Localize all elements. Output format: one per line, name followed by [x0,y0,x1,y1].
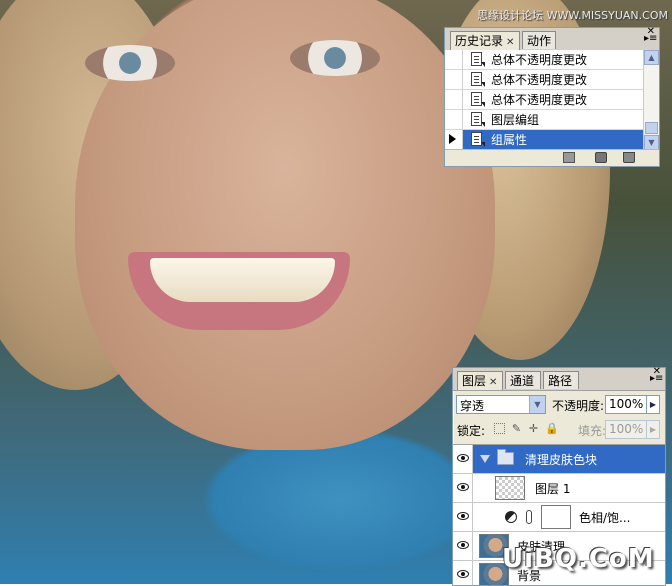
layer-row-group[interactable]: 清理皮肤色块 [453,445,665,474]
lock-move-icon[interactable]: ✛ [528,423,539,434]
blend-opacity-row: 穿透 ▼ 不透明度: 100% ▶ [456,395,661,415]
history-state-icon [471,132,485,147]
scroll-thumb[interactable] [645,122,658,134]
history-item-label: 组属性 [491,133,528,147]
layer-name: 色相/饱... [579,511,631,525]
folder-icon [497,449,514,465]
scroll-up-arrow-icon[interactable]: ▲ [644,50,659,65]
history-list: 总体不透明度更改 总体不透明度更改 总体不透明度更改 图层编组 组属性 [445,50,643,150]
history-scrollbar[interactable]: ▲ ▼ [643,50,659,150]
visibility-toggle[interactable] [453,474,473,502]
layer-row-pixel[interactable]: 图层 1 [453,474,665,503]
close-icon[interactable]: ✕ [489,377,497,388]
left-eye [85,45,175,81]
blend-mode-select[interactable]: 穿透 ▼ [456,395,546,414]
history-brush-source[interactable] [445,90,463,109]
tab-paths[interactable]: 路径 [543,371,579,389]
layer-name: 图层 1 [535,482,571,496]
opacity-slider-arrow-icon[interactable]: ▶ [647,395,660,414]
history-footer [445,149,659,166]
history-tabstrip: 历史记录 ✕ 动作 ✕ ▸≡ [445,27,659,51]
tab-actions-label: 动作 [527,34,552,48]
blend-mode-value: 穿透 [460,399,485,413]
history-brush-source[interactable] [445,50,463,69]
tab-channels-label: 通道 [510,374,535,388]
visibility-toggle[interactable] [453,445,473,473]
layers-tabstrip: 图层 ✕ 通道 路径 ✕ ▸≡ [453,367,665,391]
history-item[interactable]: 总体不透明度更改 [445,50,643,70]
history-item-label: 图层编组 [491,113,540,127]
visibility-toggle[interactable] [453,503,473,531]
tab-channels[interactable]: 通道 [505,371,541,389]
opacity-input[interactable]: 100% [605,395,647,414]
fill-label: 填充: [578,424,607,438]
history-item[interactable]: 总体不透明度更改 [445,90,643,110]
lock-brush-icon[interactable]: ✎ [511,423,522,434]
link-chain-icon[interactable] [526,510,532,524]
tab-history[interactable]: 历史记录 ✕ [450,31,520,50]
adjustment-layer-icon [505,511,517,523]
eye-icon [457,541,469,549]
teeth [150,258,335,302]
tab-history-label: 历史记录 [455,34,504,48]
history-brush-source[interactable] [445,110,463,129]
scroll-down-arrow-icon[interactable]: ▼ [644,135,659,150]
lock-all-icon[interactable]: 🔒 [545,423,559,434]
history-state-icon [471,52,485,67]
eye-icon [457,454,469,462]
layer-thumbnail [495,476,525,500]
history-item[interactable]: 总体不透明度更改 [445,70,643,90]
panel-menu-icon[interactable]: ▸≡ [644,33,657,45]
tab-layers[interactable]: 图层 ✕ [457,371,503,390]
history-brush-source[interactable] [445,70,463,89]
history-item-label: 总体不透明度更改 [491,53,588,67]
history-item-selected[interactable]: 组属性 [445,130,643,150]
layer-name: 清理皮肤色块 [525,453,598,467]
history-item-label: 总体不透明度更改 [491,73,588,87]
right-eye [290,40,380,76]
history-state-icon [471,92,485,107]
lock-label: 锁定: [457,424,486,438]
lock-transparent-icon[interactable] [494,423,505,434]
eye-icon [457,512,469,520]
history-brush-source-arrow-icon[interactable] [445,130,463,149]
tab-layers-label: 图层 [462,374,487,388]
fill-slider-arrow-icon[interactable]: ▶ [647,420,660,439]
lock-fill-row: 锁定: ✎ ✛ 🔒 填充: 100% ▶ [456,420,661,440]
opacity-label: 不透明度: [552,399,605,413]
history-panel: 历史记录 ✕ 动作 ✕ ▸≡ 总体不透明度更改 总体不透明度更改 总体不透明度更改… [444,27,660,167]
expand-triangle-icon[interactable] [480,455,490,463]
layer-row-adjustment[interactable]: 色相/饱... [453,503,665,532]
tab-actions[interactable]: 动作 [522,31,556,49]
watermark-bottom: UiBQ.CoM [502,544,655,574]
eye-icon [457,483,469,491]
watermark-top: 思缘设计论坛 WWW.MISSYUAN.COM [477,9,668,22]
visibility-toggle[interactable] [453,532,473,560]
history-state-icon [471,112,485,127]
tab-paths-label: 路径 [548,374,573,388]
new-document-icon[interactable] [563,152,575,163]
trash-icon[interactable] [623,152,635,163]
layer-mask-thumbnail [541,505,571,529]
history-state-icon [471,72,485,87]
camera-snapshot-icon[interactable] [595,152,607,163]
history-item[interactable]: 图层编组 [445,110,643,130]
panel-menu-icon[interactable]: ▸≡ [650,373,663,385]
eye-icon [457,570,469,578]
close-icon[interactable]: ✕ [506,37,514,48]
chevron-down-icon[interactable]: ▼ [529,396,545,413]
visibility-toggle[interactable] [453,561,473,585]
fill-input[interactable]: 100% [605,420,647,439]
history-item-label: 总体不透明度更改 [491,93,588,107]
